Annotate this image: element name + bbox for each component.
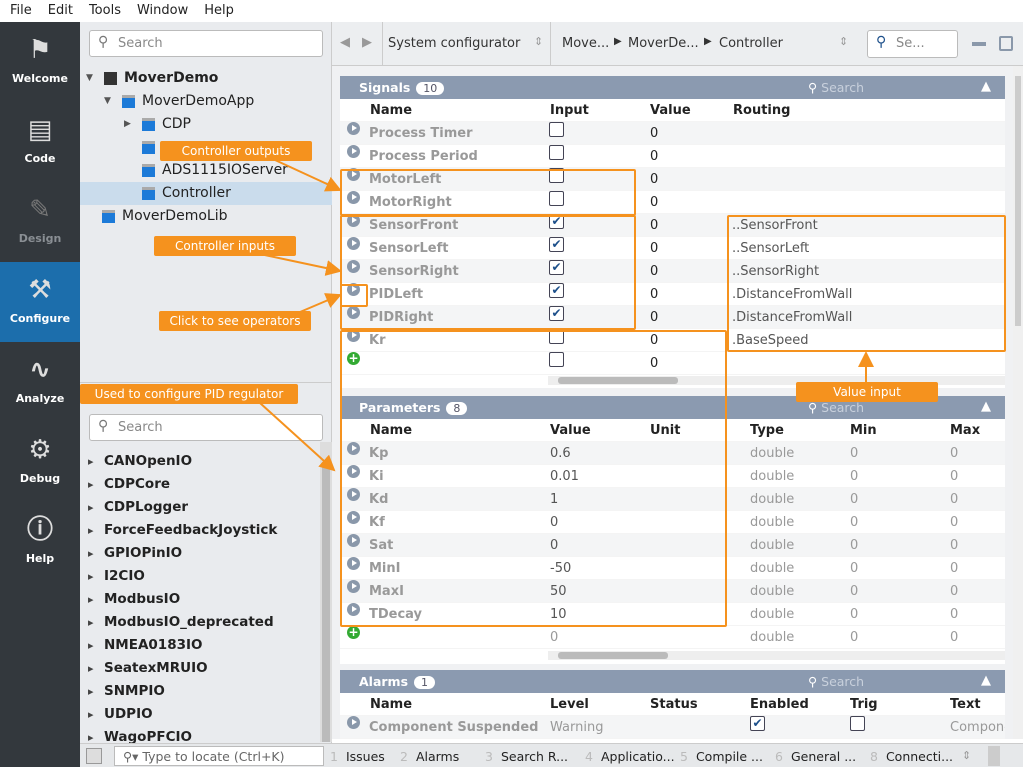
- arrow-outputs: [274, 159, 342, 192]
- annotation-arrows: [259, 159, 874, 472]
- arrow-pid: [259, 402, 336, 472]
- arrow-operators: [299, 293, 342, 313]
- arrow-inputs: [259, 253, 342, 276]
